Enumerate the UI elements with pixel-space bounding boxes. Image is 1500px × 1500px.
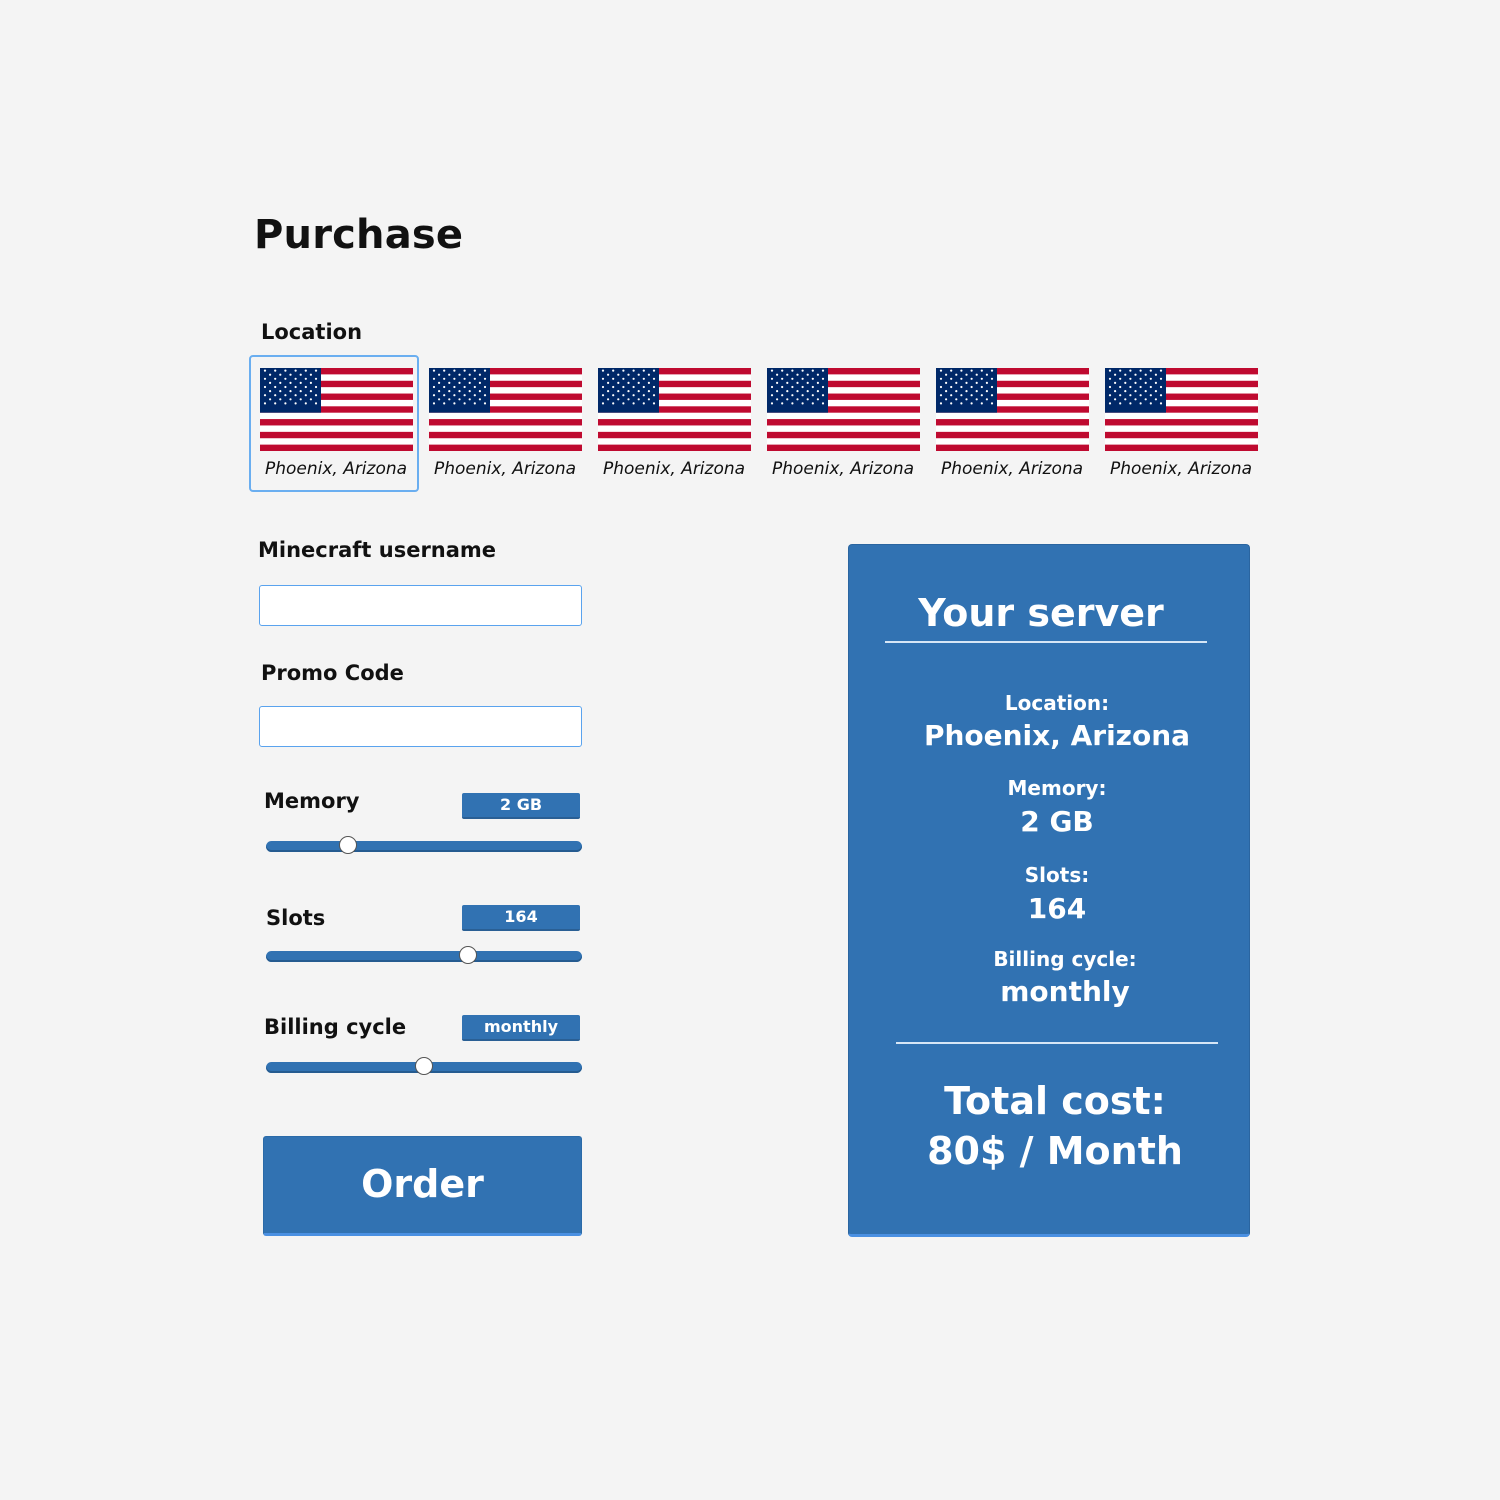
location-option-name: Phoenix, Arizona: [1109, 459, 1253, 479]
summary-divider: [896, 1042, 1218, 1044]
location-option-name: Phoenix, Arizona: [771, 459, 915, 479]
summary-slots-label: Slots:: [1024, 863, 1090, 887]
location-list: Phoenix, Arizona Phoenix, Arizona Phoeni…: [249, 355, 1269, 495]
us-flag-icon: [598, 368, 751, 451]
promo-code-label: Promo Code: [261, 661, 404, 685]
us-flag-icon: [429, 368, 582, 451]
summary-location-value: Phoenix, Arizona: [923, 719, 1191, 752]
page-title: Purchase: [254, 212, 464, 258]
memory-slider-thumb[interactable]: [339, 836, 358, 854]
summary-memory-label: Memory:: [1007, 776, 1107, 800]
location-option[interactable]: Phoenix, Arizona: [756, 355, 926, 492]
billing-cycle-value-badge: monthly: [462, 1015, 580, 1041]
promo-code-input[interactable]: [259, 706, 582, 747]
us-flag-icon: [767, 368, 920, 451]
summary-billing-cycle-label: Billing cycle:: [993, 947, 1137, 971]
billing-cycle-slider[interactable]: [266, 1057, 582, 1075]
summary-billing-cycle-value: monthly: [1000, 975, 1130, 1008]
total-cost-value: 80$ / Month: [927, 1129, 1183, 1173]
location-option-name: Phoenix, Arizona: [264, 459, 408, 479]
summary-memory-value: 2 GB: [1020, 805, 1094, 838]
location-option[interactable]: Phoenix, Arizona: [418, 355, 588, 492]
slots-slider-thumb[interactable]: [459, 946, 478, 964]
billing-cycle-slider-thumb[interactable]: [415, 1057, 433, 1075]
us-flag-icon: [936, 368, 1089, 451]
memory-value-badge: 2 GB: [462, 793, 580, 819]
us-flag-icon: [1105, 368, 1258, 451]
location-option-name: Phoenix, Arizona: [602, 459, 746, 479]
location-option[interactable]: Phoenix, Arizona: [1094, 355, 1264, 492]
summary-title: Your server: [918, 591, 1164, 635]
location-option-name: Phoenix, Arizona: [940, 459, 1084, 479]
total-cost-label: Total cost:: [944, 1079, 1166, 1123]
username-input[interactable]: [259, 585, 582, 626]
location-option-name: Phoenix, Arizona: [433, 459, 577, 479]
memory-slider[interactable]: [266, 836, 582, 854]
summary-slots-value: 164: [1027, 892, 1087, 925]
slots-label: Slots: [266, 906, 326, 930]
summary-divider: [885, 641, 1207, 643]
billing-cycle-label: Billing cycle: [264, 1015, 407, 1039]
order-button[interactable]: Order: [263, 1136, 582, 1236]
slots-slider[interactable]: [266, 946, 582, 964]
summary-location-label: Location:: [1004, 691, 1110, 715]
slots-value-badge: 164: [462, 905, 580, 931]
location-label: Location: [261, 320, 363, 344]
location-option[interactable]: Phoenix, Arizona: [587, 355, 757, 492]
location-option[interactable]: Phoenix, Arizona: [925, 355, 1095, 492]
server-summary-panel: Your server Location: Phoenix, Arizona M…: [848, 544, 1250, 1237]
us-flag-icon: [260, 368, 413, 451]
memory-label: Memory: [264, 789, 360, 813]
username-label: Minecraft username: [258, 538, 497, 562]
location-option[interactable]: Phoenix, Arizona: [249, 355, 419, 492]
